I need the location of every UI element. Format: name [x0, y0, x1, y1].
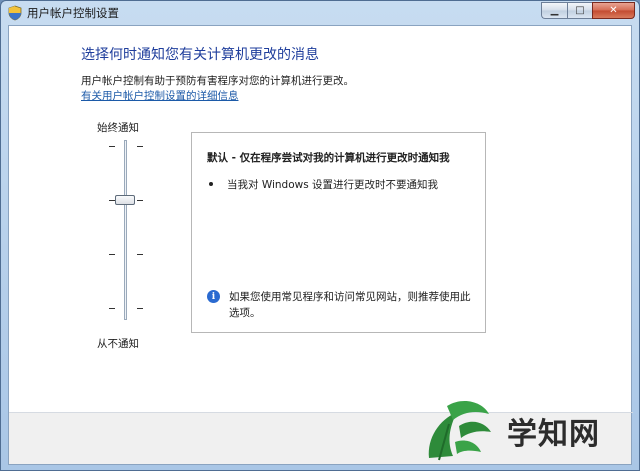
info-text: 如果您使用常见程序和访问常见网站，则推荐使用此选项。 [229, 291, 471, 319]
description-text: 用户帐户控制有助于预防有害程序对您的计算机进行更改。 [81, 75, 354, 87]
slider-top-label: 始终通知 [97, 122, 139, 134]
level-title: 默认 - 仅在程序尝试对我的计算机进行更改时通知我 [207, 152, 450, 164]
slider-tick [109, 146, 115, 147]
shield-icon [8, 5, 22, 21]
level-description-panel: 默认 - 仅在程序尝试对我的计算机进行更改时通知我 当我对 Windows 设置… [191, 132, 486, 333]
close-button[interactable]: ✕ [592, 2, 635, 19]
notification-level-slider[interactable] [105, 140, 147, 326]
slider-tick [137, 254, 143, 255]
bullet-text: 当我对 Windows 设置进行更改时不要通知我 [227, 179, 439, 191]
bullet-item: 当我对 Windows 设置进行更改时不要通知我 [209, 177, 438, 192]
minimize-button[interactable]: ▁ [541, 2, 567, 19]
maximize-button[interactable]: □ [567, 2, 592, 19]
page-heading: 选择何时通知您有关计算机更改的消息 [81, 47, 319, 63]
slider-tick [137, 308, 143, 309]
slider-track[interactable] [124, 140, 127, 320]
slider-tick [137, 146, 143, 147]
slider-tick [109, 308, 115, 309]
title-bar[interactable]: 用户帐户控制设置 ▁ □ ✕ [1, 1, 639, 25]
watermark-text: 学知网 [507, 417, 600, 452]
details-link[interactable]: 有关用户帐户控制设置的详细信息 [81, 88, 239, 103]
info-icon: i [207, 290, 220, 303]
slider-bottom-label: 从不通知 [97, 338, 139, 350]
window-controls: ▁ □ ✕ [541, 2, 635, 20]
bullet-icon [209, 182, 213, 186]
slider-tick [109, 254, 115, 255]
info-note: i 如果您使用常见程序和访问常见网站，则推荐使用此选项。 [207, 289, 477, 321]
watermark: 学知网 [419, 396, 639, 466]
leaf-logo-icon [428, 400, 491, 461]
slider-tick [137, 200, 143, 201]
window-title: 用户帐户控制设置 [27, 6, 119, 20]
slider-thumb[interactable] [115, 195, 135, 205]
uac-settings-window: 用户帐户控制设置 ▁ □ ✕ 选择何时通知您有关计算机更改的消息 用户帐户控制有… [0, 0, 640, 471]
